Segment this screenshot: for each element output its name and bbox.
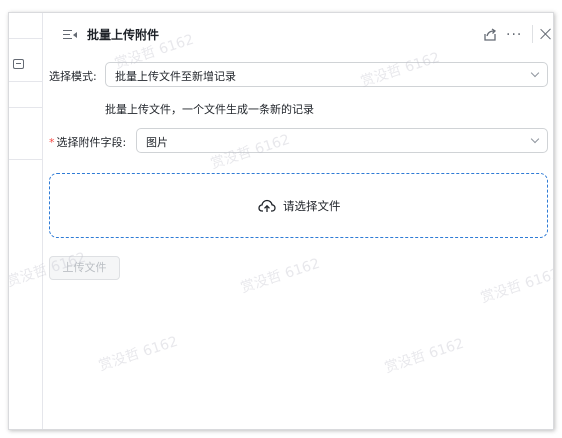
list-divider bbox=[9, 38, 43, 39]
dropzone-text: 请选择文件 bbox=[283, 199, 341, 213]
panel-header: 批量上传附件 ··· bbox=[43, 13, 553, 55]
share-icon[interactable] bbox=[483, 28, 497, 42]
collapse-menu-icon[interactable] bbox=[63, 29, 77, 41]
background-list-strip bbox=[9, 13, 43, 429]
mode-hint: 批量上传文件，一个文件生成一条新的记录 bbox=[105, 103, 314, 116]
mode-label: 选择模式: bbox=[49, 70, 97, 83]
upload-attachments-window: 批量上传附件 ··· 选择模式: 批量上传文件至新增记录 批量上传文件，一个文件… bbox=[8, 12, 554, 430]
attachment-field-select[interactable]: 图片 bbox=[136, 128, 548, 153]
attachment-field-label-text: 选择附件字段: bbox=[56, 136, 127, 149]
chevron-down-icon bbox=[530, 134, 540, 144]
panel-title: 批量上传附件 bbox=[87, 28, 160, 42]
attachment-field-value: 图片 bbox=[146, 136, 168, 149]
list-divider bbox=[9, 81, 43, 82]
header-separator bbox=[532, 25, 533, 43]
watermark: 赏没哲 6162 bbox=[382, 335, 466, 377]
cloud-upload-icon bbox=[258, 199, 276, 212]
list-divider bbox=[9, 159, 43, 160]
file-dropzone[interactable]: 请选择文件 bbox=[49, 173, 548, 238]
upload-file-button[interactable]: 上传文件 bbox=[49, 256, 120, 280]
watermark: 赏没哲 6162 bbox=[478, 265, 554, 307]
required-mark: * bbox=[49, 136, 55, 149]
chevron-down-icon bbox=[530, 68, 540, 78]
watermark: 赏没哲 6162 bbox=[96, 333, 180, 375]
more-options-icon[interactable]: ··· bbox=[506, 27, 522, 43]
dropzone-content[interactable]: 请选择文件 bbox=[258, 198, 341, 214]
comment-icon[interactable] bbox=[13, 59, 24, 69]
attachment-field-label: * 选择附件字段: bbox=[49, 134, 126, 150]
watermark: 赏没哲 6162 bbox=[238, 255, 322, 297]
close-icon[interactable] bbox=[540, 28, 552, 40]
list-divider bbox=[9, 107, 43, 108]
mode-select[interactable]: 批量上传文件至新增记录 bbox=[105, 62, 548, 87]
mode-select-value: 批量上传文件至新增记录 bbox=[115, 70, 236, 83]
